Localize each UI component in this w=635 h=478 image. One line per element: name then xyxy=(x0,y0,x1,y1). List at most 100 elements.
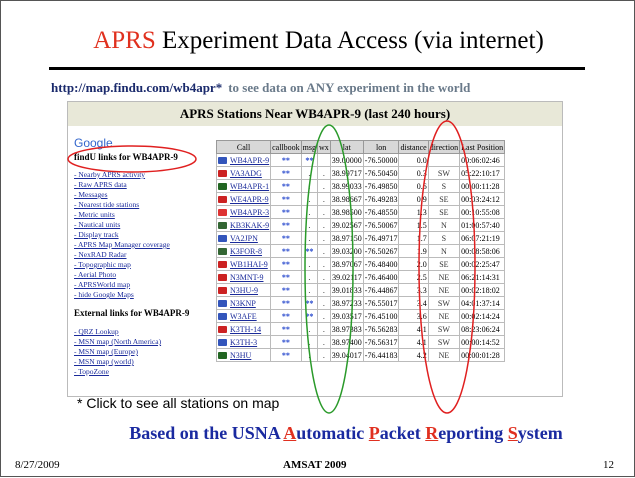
based-prefix: Based on the USNA xyxy=(129,423,284,443)
msg-link: . xyxy=(300,283,319,297)
findu-link[interactable]: - Nautical units xyxy=(74,220,214,230)
callbook-link[interactable]: ** xyxy=(270,322,302,336)
lat-cell: 38.98667 xyxy=(329,192,364,206)
callbook-link[interactable]: ** xyxy=(270,218,302,232)
callbook-link[interactable]: ** xyxy=(270,283,302,297)
station-call-label[interactable]: N3HU xyxy=(230,351,251,360)
station-call-link[interactable]: VA2JPN xyxy=(215,231,272,245)
station-call-label[interactable]: WB4APR-9 xyxy=(230,156,269,165)
findu-link[interactable]: - Topographic map xyxy=(74,260,214,270)
distance-cell: 3.3 xyxy=(398,283,429,297)
direction-cell: NE xyxy=(427,309,461,323)
table-row: K3FOR-8 ** **. 39.03200 -76.50267 1.9 N 00:08:5… xyxy=(215,244,506,258)
station-call-label[interactable]: N3MNT-9 xyxy=(230,273,263,282)
findu-link[interactable]: - Display track xyxy=(74,230,214,240)
lat-cell: 38.99033 xyxy=(329,179,364,193)
station-call-label[interactable]: N3KNP xyxy=(230,299,256,308)
callbook-link[interactable]: ** xyxy=(270,348,302,362)
station-call-link[interactable]: N3HU xyxy=(215,348,272,362)
station-call-label[interactable]: VA3ADG xyxy=(230,169,262,178)
findu-link[interactable]: - Nearest tide stations xyxy=(74,200,214,210)
msg-link[interactable]: ** xyxy=(300,244,319,258)
slide: APRS Experiment Data Access (via interne… xyxy=(0,0,635,477)
station-call-link[interactable]: WB4APR-1 xyxy=(215,179,272,193)
findu-url-link[interactable]: http://map.findu.com/wb4apr* xyxy=(51,80,222,95)
station-call-link[interactable]: WB1HAI-9 xyxy=(215,257,272,271)
station-call-label[interactable]: WB4APR-3 xyxy=(230,208,269,217)
station-call-label[interactable]: WB1HAI-9 xyxy=(230,260,268,269)
lon-cell: -76.50450 xyxy=(362,166,400,180)
callbook-link[interactable]: ** xyxy=(270,244,302,258)
station-call-link[interactable]: K3TH-14 xyxy=(215,322,272,336)
findu-link[interactable]: - APRSWorld map xyxy=(74,280,214,290)
station-call-link[interactable]: N3MNT-9 xyxy=(215,270,272,284)
station-call-label[interactable]: W3AFE xyxy=(230,312,257,321)
station-call-label[interactable]: KB3KAK-9 xyxy=(230,221,269,230)
external-link[interactable]: - MSN map (Europe) xyxy=(74,347,214,357)
station-call-link[interactable]: W3AFE xyxy=(215,309,272,323)
callbook-link[interactable]: ** xyxy=(270,205,302,219)
station-call-label[interactable]: K3TH-3 xyxy=(230,338,257,347)
callbook-link[interactable]: ** xyxy=(270,179,302,193)
station-call-link[interactable]: WB4APR-9 xyxy=(215,153,272,167)
station-symbol-icon xyxy=(218,157,227,165)
station-call-label[interactable]: K3FOR-8 xyxy=(230,247,262,256)
slide-title: APRS Experiment Data Access (via interne… xyxy=(1,27,635,55)
last-position-cell: 00:00:01:28 xyxy=(459,348,506,362)
msg-link[interactable]: ** xyxy=(300,309,319,323)
external-link[interactable]: - MSN map (North America) xyxy=(74,337,214,347)
findu-link[interactable]: - Aerial Photo xyxy=(74,270,214,280)
findu-link[interactable]: - Raw APRS data xyxy=(74,180,214,190)
findu-link[interactable]: - Messages xyxy=(74,190,214,200)
last-position-cell: 08:23:06:24 xyxy=(459,322,506,336)
direction-cell: NE xyxy=(427,348,461,362)
station-call-label[interactable]: K3TH-14 xyxy=(230,325,261,334)
wx-cell xyxy=(317,153,331,167)
external-link[interactable]: - QRZ Lookup xyxy=(74,327,214,337)
lon-cell: -76.56317 xyxy=(362,335,400,349)
column-header: wx xyxy=(317,140,331,154)
msg-link: . xyxy=(300,335,319,349)
station-call-label[interactable]: WE4APR-9 xyxy=(230,195,269,204)
findu-link[interactable]: - hide Google Maps xyxy=(74,290,214,300)
findu-link[interactable]: - APRS Map Manager coverage xyxy=(74,240,214,250)
external-link[interactable]: - TopoZone xyxy=(74,367,214,377)
cap-a: A xyxy=(283,423,297,443)
direction-cell: NE xyxy=(427,270,461,284)
station-call-link[interactable]: K3FOR-8 xyxy=(215,244,272,258)
callbook-link[interactable]: ** xyxy=(270,270,302,284)
last-position-cell: 00:02:14:24 xyxy=(459,309,506,323)
callbook-link[interactable]: ** xyxy=(270,296,302,310)
callbook-link[interactable]: ** xyxy=(270,231,302,245)
distance-cell: 0.3 xyxy=(398,166,429,180)
callbook-link[interactable]: ** xyxy=(270,153,302,167)
external-link[interactable]: - MSN map (world) xyxy=(74,357,214,367)
msg-link[interactable]: ** xyxy=(300,153,319,167)
last-position-cell: 06:21:14:31 xyxy=(459,270,506,284)
findu-link[interactable]: - Nearby APRS activity xyxy=(74,170,214,180)
station-call-link[interactable]: N3KNP xyxy=(215,296,272,310)
station-call-link[interactable]: N3HU-9 xyxy=(215,283,272,297)
last-position-cell: 00:03:24:12 xyxy=(459,192,506,206)
station-call-link[interactable]: WB4APR-3 xyxy=(215,205,272,219)
msg-link[interactable]: ** xyxy=(300,296,319,310)
station-call-link[interactable]: K3TH-3 xyxy=(215,335,272,349)
findu-link[interactable]: - NexRAD Radar xyxy=(74,250,214,260)
station-call-label[interactable]: N3HU-9 xyxy=(230,286,258,295)
station-call-link[interactable]: VA3ADG xyxy=(215,166,272,180)
findu-link[interactable]: - Metric units xyxy=(74,210,214,220)
callbook-link[interactable]: ** xyxy=(270,257,302,271)
distance-cell: 1.5 xyxy=(398,218,429,232)
station-call-link[interactable]: KB3KAK-9 xyxy=(215,218,272,232)
station-call-label[interactable]: VA2JPN xyxy=(230,234,258,243)
column-header: callbook xyxy=(270,140,302,154)
lon-cell: -76.44183 xyxy=(362,348,400,362)
callbook-link[interactable]: ** xyxy=(270,192,302,206)
station-symbol-icon xyxy=(218,274,227,282)
lat-cell: 39.02567 xyxy=(329,218,364,232)
callbook-link[interactable]: ** xyxy=(270,166,302,180)
station-call-label[interactable]: WB4APR-1 xyxy=(230,182,269,191)
station-call-link[interactable]: WE4APR-9 xyxy=(215,192,272,206)
callbook-link[interactable]: ** xyxy=(270,335,302,349)
callbook-link[interactable]: ** xyxy=(270,309,302,323)
